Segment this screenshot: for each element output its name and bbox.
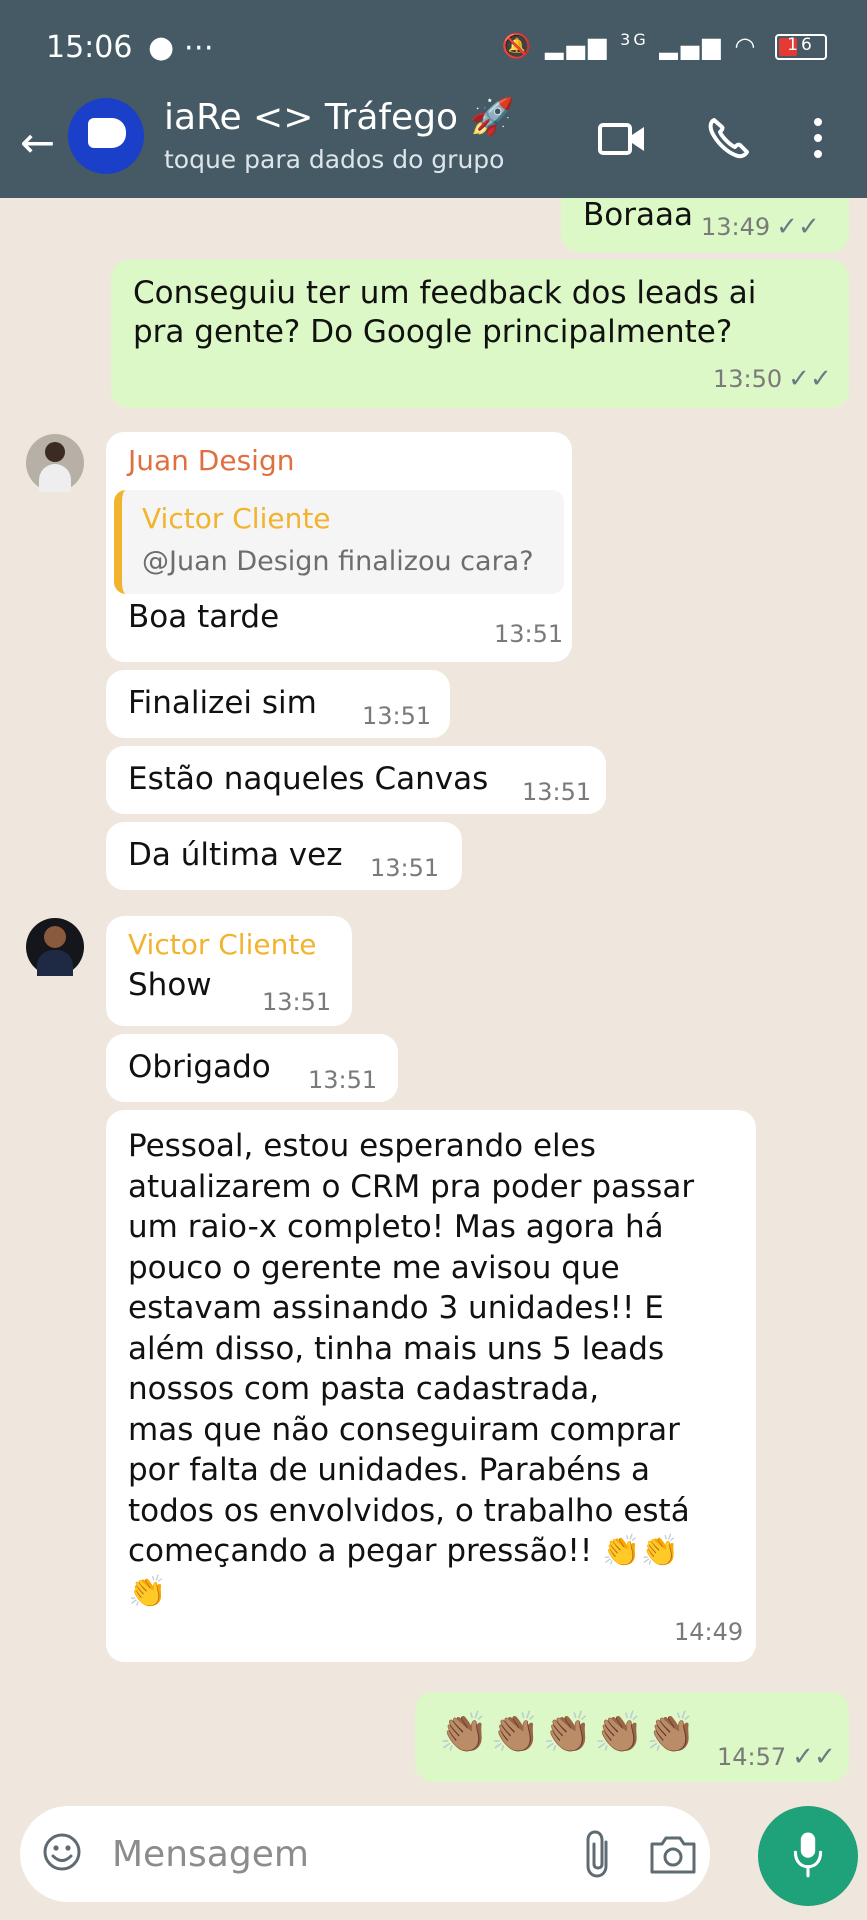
- mute-icon: 🔕: [501, 32, 535, 60]
- message-bubble-incoming[interactable]: Pessoal, estou esperando eles atualizare…: [106, 1110, 756, 1662]
- emoji-icon[interactable]: [42, 1832, 82, 1872]
- message-time: 13:50 ✓✓: [713, 364, 832, 394]
- message-text: 👏🏽👏🏽👏🏽👏🏽👏🏽: [439, 1710, 699, 1756]
- group-subtitle[interactable]: toque para dados do grupo: [164, 145, 504, 174]
- message-text: Obrigado: [128, 1049, 271, 1085]
- phone-icon[interactable]: [706, 116, 750, 160]
- message-input-bar[interactable]: [20, 1806, 710, 1902]
- message-bubble-outgoing[interactable]: 👏🏽👏🏽👏🏽👏🏽👏🏽 14:57 ✓✓: [415, 1692, 849, 1782]
- quote-sender: Victor Cliente: [142, 502, 331, 535]
- message-bubble-outgoing[interactable]: Conseguiu ter um feedback dos leads ai p…: [111, 260, 849, 408]
- message-bubble-incoming[interactable]: Finalizei sim 13:51: [106, 670, 450, 738]
- status-time: 15:06 ● ⋯: [46, 30, 214, 65]
- quote-text: @Juan Design finalizou cara?: [142, 546, 534, 577]
- message-time: 13:49 ✓✓: [701, 212, 820, 242]
- message-time: 13:51: [494, 620, 564, 648]
- double-check-icon: ✓✓: [792, 1742, 836, 1772]
- message-time: 13:51: [370, 854, 440, 882]
- avatar-victor[interactable]: [26, 918, 84, 976]
- message-input[interactable]: [110, 1828, 484, 1880]
- message-text: Da última vez: [128, 837, 343, 873]
- message-text: pra gente? Do Google principalmente?: [133, 314, 733, 350]
- group-avatar[interactable]: [68, 98, 144, 174]
- message-text: Conseguiu ter um feedback dos leads ai: [133, 275, 757, 311]
- status-icons: 🔕 ▂▄▆ 3G ▂▄▆ ◠ 16: [502, 30, 827, 60]
- message-bubble-incoming[interactable]: Victor Cliente Show 13:51: [106, 916, 352, 1026]
- mic-icon: [793, 1832, 823, 1878]
- message-time: 13:51: [522, 778, 592, 806]
- status-bar: 15:06 ● ⋯ 🔕 ▂▄▆ 3G ▂▄▆ ◠ 16: [0, 0, 867, 100]
- camera-icon[interactable]: [648, 1832, 698, 1876]
- mic-button[interactable]: [758, 1806, 858, 1906]
- back-arrow-icon[interactable]: ←: [20, 118, 55, 167]
- message-text: Pessoal, estou esperando eles atualizare…: [128, 1128, 695, 1610]
- message-bubble-incoming[interactable]: Obrigado 13:51: [106, 1034, 398, 1102]
- sender-name: Victor Cliente: [128, 928, 317, 961]
- double-check-icon: ✓✓: [788, 364, 832, 394]
- message-time: 13:51: [362, 702, 432, 730]
- battery-icon: 16: [775, 34, 827, 60]
- battery-level: 16: [787, 35, 815, 55]
- message-bubble-incoming[interactable]: Estão naqueles Canvas 13:51: [106, 746, 606, 814]
- message-time: 14:57 ✓✓: [717, 1742, 836, 1772]
- attach-icon[interactable]: [580, 1828, 616, 1880]
- quoted-message[interactable]: Victor Cliente @Juan Design finalizou ca…: [114, 490, 564, 594]
- message-time: 14:49: [674, 1618, 744, 1646]
- message-text: Boraaa: [583, 198, 693, 233]
- more-vert-icon[interactable]: [810, 118, 826, 160]
- video-call-icon[interactable]: [598, 121, 646, 157]
- sender-name: Juan Design: [128, 444, 295, 477]
- double-check-icon: ✓✓: [776, 212, 820, 242]
- message-text: Finalizei sim: [128, 685, 317, 721]
- message-text: Show: [128, 967, 212, 1003]
- chat-area[interactable]: Boraaa 13:49 ✓✓ Conseguiu ter um feedback…: [6, 198, 867, 1798]
- message-bubble-incoming[interactable]: Da última vez 13:51: [106, 822, 462, 890]
- message-bubble-outgoing[interactable]: Boraaa 13:49 ✓✓: [561, 198, 849, 252]
- message-time: 13:51: [308, 1066, 378, 1094]
- notification-more-icon: ⋯: [183, 30, 214, 65]
- wifi-icon: ◠: [734, 32, 759, 60]
- messenger-icon: ●: [148, 30, 175, 65]
- network-type: 3G: [620, 30, 649, 49]
- message-text: Boa tarde: [128, 599, 280, 635]
- message-time: 13:51: [262, 988, 332, 1016]
- signal-icon: ▂▄▆: [545, 32, 610, 60]
- message-text: Estão naqueles Canvas: [128, 761, 489, 797]
- signal2-icon: ▂▄▆: [659, 32, 724, 60]
- avatar-juan[interactable]: [26, 434, 84, 492]
- message-bubble-incoming[interactable]: Juan Design Victor Cliente @Juan Design …: [106, 432, 572, 662]
- group-title[interactable]: iaRe <> Tráfego 🚀: [164, 96, 514, 138]
